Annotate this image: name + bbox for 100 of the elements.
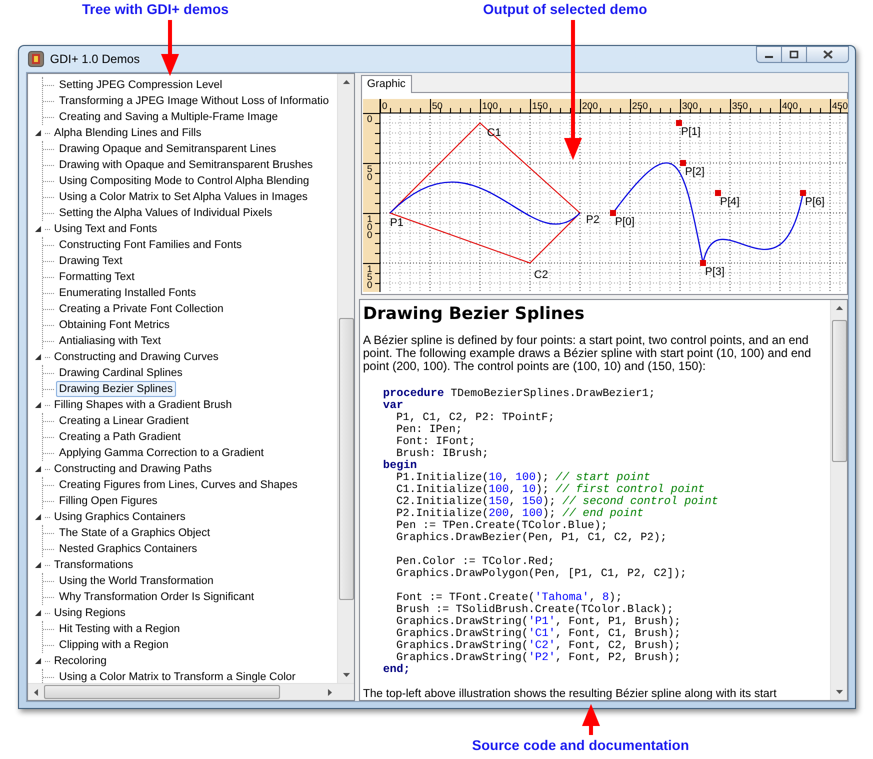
expander-icon[interactable] — [35, 466, 42, 472]
tree-item[interactable]: Hit Testing with a Region — [56, 621, 183, 637]
arrow — [582, 704, 600, 735]
ruler-label: 450 — [832, 101, 848, 112]
scroll-down-icon[interactable] — [342, 673, 350, 677]
tree-item[interactable]: Using a Color Matrix to Set Alpha Values in Images — [56, 189, 311, 205]
tree-item[interactable]: Creating a Private Font Collection — [56, 301, 226, 317]
minimize-button[interactable] — [756, 46, 782, 63]
ruler-label: 300 — [682, 101, 698, 112]
code-line: Graphics.DrawPolygon(Pen, [P1, C1, P2, C2]); — [395, 568, 688, 580]
expander-icon[interactable] — [35, 658, 42, 664]
ruler-label: 250 — [632, 101, 648, 112]
scrollbar[interactable] — [830, 300, 847, 700]
maximize-button[interactable] — [781, 46, 807, 63]
tree-item[interactable]: Drawing Opaque and Semitransparent Lines — [56, 141, 280, 157]
tree-item[interactable]: Using the World Transformation — [56, 573, 216, 589]
expander-icon[interactable] — [35, 562, 42, 568]
expander-icon[interactable] — [35, 402, 42, 408]
tree-item[interactable]: Constructing and Drawing Paths — [53, 462, 213, 476]
ruler-label: 0 — [382, 101, 388, 112]
callout-label: Tree with GDI+ demos — [82, 1, 229, 17]
expander-icon[interactable] — [35, 130, 42, 136]
tree-item[interactable]: Using Graphics Containers — [53, 510, 186, 524]
tree-item[interactable]: Setting JPEG Compression Level — [56, 77, 226, 93]
code-line: C1.Initialize(100, 10); // first control point — [395, 484, 705, 496]
scroll-right-icon[interactable] — [328, 688, 332, 696]
tree-item[interactable]: Transformations — [53, 558, 134, 572]
tree-item[interactable]: Enumerating Installed Fonts — [56, 285, 199, 301]
scroll-up-icon[interactable] — [836, 306, 842, 310]
window-title: GDI+ 1.0 Demos — [50, 52, 140, 66]
code-line: Pen := TPen.Create(TColor.Blue); — [395, 520, 608, 532]
code-line: Pen.Color := TColor.Red; — [395, 556, 556, 568]
tree-item[interactable]: Formatting Text — [56, 269, 138, 285]
close-button[interactable] — [806, 46, 849, 63]
tree-item[interactable]: Filling Shapes with a Gradient Brush — [53, 398, 233, 412]
tree-item[interactable]: Drawing Cardinal Splines — [56, 365, 186, 381]
code-line: Pen: IPen; — [395, 424, 464, 436]
tree-item[interactable]: Creating a Path Gradient — [56, 429, 184, 445]
code-line: C2.Initialize(150, 150); // second control point — [395, 496, 720, 508]
tree-item[interactable]: Clipping with a Region — [56, 637, 172, 653]
ruler-label: 350 — [732, 101, 748, 112]
code-line: Brush := TSolidBrush.Create(TColor.Black); — [395, 604, 674, 616]
expander-icon[interactable] — [35, 226, 42, 232]
tree-item[interactable]: Creating Figures from Lines, Curves and Shapes — [56, 477, 300, 493]
tree-item[interactable]: The State of a Graphics Object — [56, 525, 214, 541]
tree-item[interactable]: Using Regions — [53, 606, 127, 620]
control-point — [680, 160, 686, 166]
expander-icon[interactable] — [35, 354, 42, 360]
scrollbar[interactable] — [28, 683, 354, 700]
ruler-label: 150 — [367, 264, 372, 291]
point-label: P[6] — [805, 196, 825, 208]
doc-paragraph: A Bézier spline is defined by four points: a start point, two control points, and an end point. The following example draws a Bézier spline with start point (10, 100) and end point (200, 100). The control points are (100, 10) and (150, 150): — [363, 334, 812, 373]
code-line: Font := TFont.Create('Tahoma', 8); — [395, 592, 624, 604]
tree-item[interactable]: Drawing Text — [56, 253, 126, 269]
ruler-label: 400 — [782, 101, 798, 112]
control-point — [800, 190, 806, 196]
callout-label: Source code and documentation — [472, 737, 690, 753]
control-point — [610, 210, 616, 216]
tree-item[interactable]: Using Compositing Mode to Control Alpha Blending — [56, 173, 312, 189]
point-label: P1 — [390, 217, 404, 229]
tree-item[interactable]: Constructing and Drawing Curves — [53, 350, 220, 364]
tree-item[interactable]: Recoloring — [53, 654, 108, 668]
tree-item[interactable]: Creating a Linear Gradient — [56, 413, 192, 429]
scrollbar[interactable] — [337, 74, 354, 683]
tree-item[interactable]: Applying Gamma Correction to a Gradient — [56, 445, 267, 461]
tree-item[interactable]: Using Text and Fonts — [53, 222, 158, 236]
tree-item[interactable]: Antialiasing with Text — [56, 333, 164, 349]
control-point — [676, 120, 682, 126]
code-line: P2.Initialize(200, 100); // end point — [395, 508, 645, 520]
tree-item[interactable]: Transforming a JPEG Image Without Loss of Informatio — [56, 93, 332, 109]
expander-icon[interactable] — [35, 514, 42, 520]
arrow — [161, 20, 179, 76]
point-label: P[3] — [705, 266, 725, 278]
scroll-up-icon[interactable] — [342, 80, 350, 84]
tree-item[interactable]: Drawing Bezier Splines — [56, 381, 176, 397]
tree-item[interactable]: Nested Graphics Containers — [56, 541, 200, 557]
callout-label: Output of selected demo — [483, 1, 648, 17]
scroll-left-icon[interactable] — [34, 688, 38, 696]
tree-item[interactable]: Constructing Font Families and Fonts — [56, 237, 245, 253]
tree-item[interactable]: Obtaining Font Metrics — [56, 317, 173, 333]
tree-item[interactable]: Why Transformation Order Is Significant — [56, 589, 258, 605]
code-line: end; — [383, 664, 412, 676]
point-label: C2 — [534, 269, 548, 281]
maximize-icon — [789, 50, 799, 59]
tree-item[interactable]: Using a Color Matrix to Transform a Single Color — [56, 669, 299, 683]
tree-item[interactable]: Creating and Saving a Multiple-Frame Image — [56, 109, 281, 125]
tab[interactable]: Graphic — [361, 75, 412, 93]
tree-item[interactable]: Filling Open Figures — [56, 493, 160, 509]
code-line: Graphics.DrawString('C2', Font, C2, Brush); — [395, 640, 682, 652]
scroll-down-icon[interactable] — [836, 690, 842, 694]
tree-item[interactable]: Alpha Blending Lines and Fills — [53, 126, 202, 140]
code-line: var — [383, 400, 404, 412]
code-line: procedure TDemoBezierSplines.DrawBezier1; — [383, 388, 656, 400]
ruler-label: 0 — [367, 114, 372, 125]
ruler-label: 50 — [432, 101, 443, 112]
tree-item[interactable]: Drawing with Opaque and Semitransparent Brushes — [56, 157, 316, 173]
code-line: Graphics.DrawString('C1', Font, C1, Brush); — [395, 628, 682, 640]
expander-icon[interactable] — [35, 610, 42, 616]
tree-item[interactable]: Setting the Alpha Values of Individual Pixels — [56, 205, 276, 221]
point-label: P2 — [586, 214, 600, 226]
